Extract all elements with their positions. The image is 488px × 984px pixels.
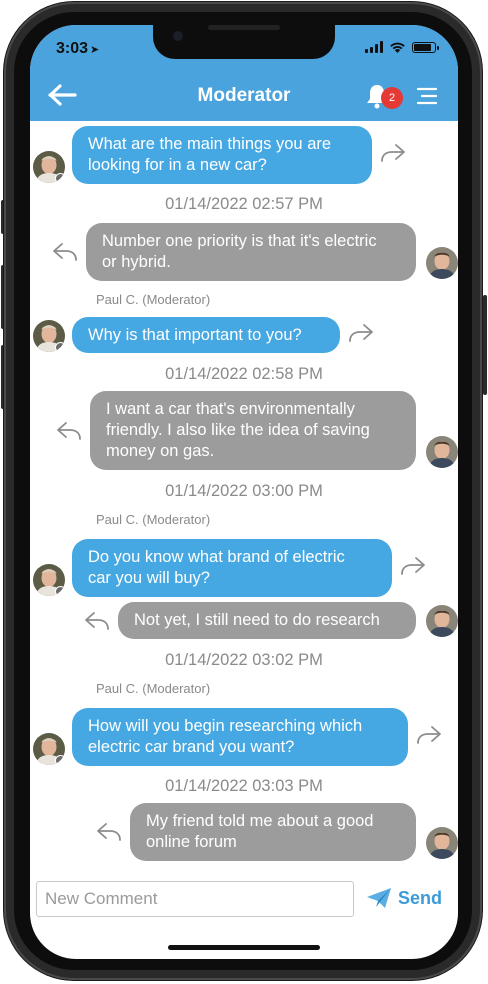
moderator-message[interactable]: What are the main things you are looking…	[72, 126, 372, 184]
paper-plane-icon	[367, 888, 391, 908]
reply-arrow-icon[interactable]	[96, 822, 122, 842]
reply-arrow-icon[interactable]	[380, 143, 406, 163]
status-time: 3:03 ➤	[56, 40, 99, 58]
sender-name: Paul C. (Moderator)	[96, 681, 211, 696]
status-dot	[55, 755, 65, 765]
avatar	[33, 564, 65, 596]
participant-message[interactable]: My friend told me about a good online fo…	[130, 803, 416, 861]
sender-name: Paul C. (Moderator)	[96, 292, 211, 307]
send-button[interactable]: Send	[366, 887, 442, 909]
message-timestamp: 01/14/2022 03:03 PM	[165, 777, 323, 795]
app-screen: 3:03 ➤ Moderator 2 What are the main thin…	[30, 25, 458, 959]
status-time-label: 3:03	[56, 40, 89, 57]
menu-icon[interactable]	[416, 87, 438, 105]
moderator-message[interactable]: How will you begin researching which ele…	[72, 708, 408, 766]
new-comment-input[interactable]	[36, 881, 354, 917]
avatar-photo	[426, 827, 458, 859]
home-indicator	[168, 945, 320, 950]
message-timestamp: 01/14/2022 02:57 PM	[165, 195, 323, 213]
moderator-message[interactable]: Do you know what brand of electric car y…	[72, 539, 392, 597]
reply-arrow-icon[interactable]	[56, 421, 82, 441]
participant-message[interactable]: I want a car that's environmentally frie…	[90, 391, 416, 470]
device-notch	[153, 25, 335, 59]
front-camera	[173, 31, 183, 41]
avatar	[426, 247, 458, 279]
sender-name: Paul C. (Moderator)	[96, 512, 211, 527]
avatar-photo	[426, 605, 458, 637]
message-timestamp: 01/14/2022 02:58 PM	[165, 365, 323, 383]
reply-arrow-icon[interactable]	[84, 611, 110, 631]
avatar	[33, 151, 65, 183]
avatar	[426, 605, 458, 637]
message-timestamp: 01/14/2022 03:00 PM	[165, 482, 323, 500]
cellular-signal-icon	[365, 41, 383, 53]
avatar	[426, 436, 458, 468]
avatar	[426, 827, 458, 859]
reply-arrow-icon[interactable]	[416, 725, 442, 745]
message-timestamp: 01/14/2022 03:02 PM	[165, 651, 323, 669]
location-arrow-icon: ➤	[90, 44, 100, 56]
avatar	[33, 733, 65, 765]
reply-arrow-icon[interactable]	[52, 242, 78, 262]
avatar-photo	[426, 436, 458, 468]
avatar	[33, 320, 65, 352]
earpiece-speaker	[208, 25, 280, 30]
send-label: Send	[398, 887, 443, 908]
reply-arrow-icon[interactable]	[400, 556, 426, 576]
moderator-message[interactable]: Why is that important to you?	[72, 317, 340, 353]
status-dot	[55, 173, 65, 183]
participant-message[interactable]: Not yet, I still need to do research	[118, 602, 416, 639]
status-icons	[365, 41, 439, 53]
participant-message[interactable]: Number one priority is that it's electri…	[86, 223, 416, 281]
reply-arrow-icon[interactable]	[348, 323, 374, 343]
status-dot	[55, 586, 65, 596]
battery-icon	[412, 41, 439, 53]
avatar-photo	[426, 247, 458, 279]
power-button	[483, 295, 487, 395]
notification-badge[interactable]: 2	[381, 87, 403, 109]
battery-level-fill	[414, 43, 431, 51]
status-dot	[55, 342, 65, 352]
wifi-icon	[390, 42, 405, 53]
